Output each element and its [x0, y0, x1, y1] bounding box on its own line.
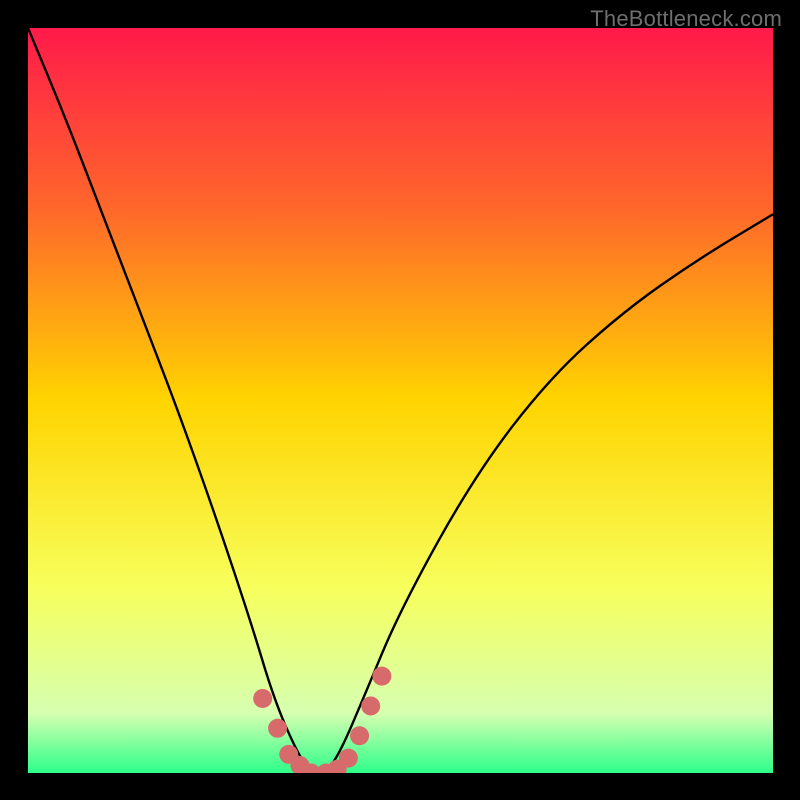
marker-dot — [372, 667, 391, 686]
watermark-text: TheBottleneck.com — [590, 6, 782, 32]
chart-svg — [28, 28, 773, 773]
marker-dot — [350, 726, 369, 745]
marker-dot — [339, 749, 358, 768]
marker-dot — [253, 689, 272, 708]
marker-dot — [361, 696, 380, 715]
chart-canvas — [28, 28, 773, 773]
gradient-background — [28, 28, 773, 773]
marker-dot — [268, 719, 287, 738]
